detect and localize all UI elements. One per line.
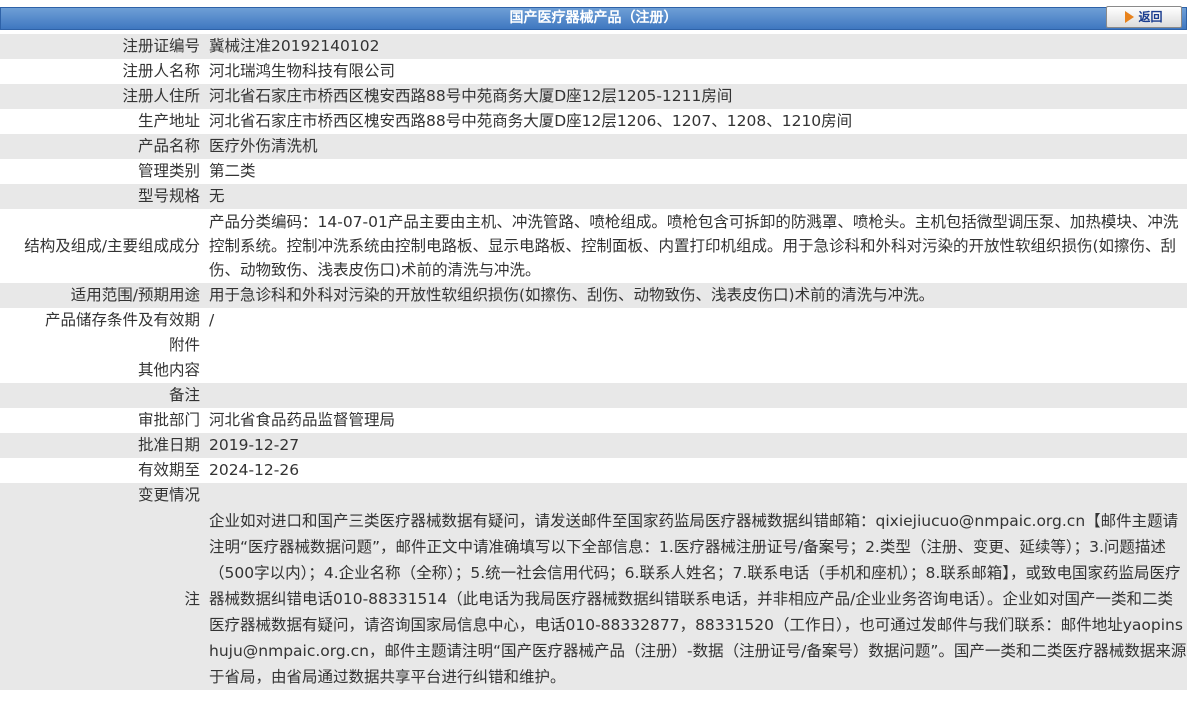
table-row: 注册人名称 河北瑞鸿生物科技有限公司: [0, 59, 1187, 84]
field-value: 2019-12-27: [205, 433, 1187, 458]
field-value: 无: [205, 184, 1187, 209]
table-row: 管理类别 第二类: [0, 159, 1187, 184]
field-value: 河北瑞鸿生物科技有限公司: [205, 59, 1187, 84]
field-value: 产品分类编码：14-07-01产品主要由主机、冲洗管路、喷枪组成。喷枪包含可拆卸…: [205, 209, 1187, 283]
field-value: 第二类: [205, 159, 1187, 184]
field-value: [205, 358, 1187, 383]
table-row: 批准日期 2019-12-27: [0, 433, 1187, 458]
field-value: [205, 333, 1187, 358]
field-label: 附件: [0, 333, 205, 358]
table-row: 生产地址 河北省石家庄市桥西区槐安西路88号中苑商务大厦D座12层1206、12…: [0, 109, 1187, 134]
note-text: 企业如对进口和国产三类医疗器械数据有疑问，请发送邮件至国家药监局医疗器械数据纠错…: [205, 508, 1187, 690]
field-value: 2024-12-26: [205, 458, 1187, 483]
field-value: 河北省石家庄市桥西区槐安西路88号中苑商务大厦D座12层1205-1211房间: [205, 84, 1187, 109]
table-row: 结构及组成/主要组成成分 产品分类编码：14-07-01产品主要由主机、冲洗管路…: [0, 209, 1187, 283]
field-value: 医疗外伤清洗机: [205, 134, 1187, 159]
field-value: [205, 383, 1187, 408]
field-label: 结构及组成/主要组成成分: [0, 209, 205, 283]
field-label: 批准日期: [0, 433, 205, 458]
note-row: 注 企业如对进口和国产三类医疗器械数据有疑问，请发送邮件至国家药监局医疗器械数据…: [0, 508, 1187, 690]
field-value: 河北省石家庄市桥西区槐安西路88号中苑商务大厦D座12层1206、1207、12…: [205, 109, 1187, 134]
field-value: 冀械注准20192140102: [205, 34, 1187, 59]
detail-table: 注册证编号 冀械注准20192140102 注册人名称 河北瑞鸿生物科技有限公司…: [0, 34, 1187, 690]
table-row: 审批部门 河北省食品药品监督管理局: [0, 408, 1187, 433]
table-row: 其他内容: [0, 358, 1187, 383]
field-value: 河北省食品药品监督管理局: [205, 408, 1187, 433]
field-value: /: [205, 308, 1187, 333]
field-label: 有效期至: [0, 458, 205, 483]
table-row: 附件: [0, 333, 1187, 358]
field-label: 备注: [0, 383, 205, 408]
field-label: 产品储存条件及有效期: [0, 308, 205, 333]
table-row: 型号规格 无: [0, 184, 1187, 209]
field-label: 生产地址: [0, 109, 205, 134]
field-label: 变更情况: [0, 483, 205, 508]
table-row: 产品名称 医疗外伤清洗机: [0, 134, 1187, 159]
page-header: 国产医疗器械产品（注册） 返回: [0, 0, 1187, 34]
table-row: 产品储存条件及有效期 /: [0, 308, 1187, 333]
table-row: 有效期至 2024-12-26: [0, 458, 1187, 483]
table-row: 注册证编号 冀械注准20192140102: [0, 34, 1187, 59]
page-title: 国产医疗器械产品（注册）: [0, 7, 1187, 30]
back-button[interactable]: 返回: [1106, 6, 1182, 28]
field-label: 审批部门: [0, 408, 205, 433]
field-label: 注册证编号: [0, 34, 205, 59]
field-label: 注册人名称: [0, 59, 205, 84]
table-row: 变更情况: [0, 483, 1187, 508]
table-row: 备注: [0, 383, 1187, 408]
field-label: 管理类别: [0, 159, 205, 184]
field-label: 型号规格: [0, 184, 205, 209]
back-button-label: 返回: [1138, 10, 1163, 24]
note-label: 注: [0, 508, 205, 690]
field-label: 产品名称: [0, 134, 205, 159]
arrow-right-icon: [1125, 10, 1135, 23]
field-label: 适用范围/预期用途: [0, 283, 205, 308]
field-value: 用于急诊科和外科对污染的开放性软组织损伤(如擦伤、刮伤、动物致伤、浅表皮伤口)术…: [205, 283, 1187, 308]
field-label: 注册人住所: [0, 84, 205, 109]
table-row: 注册人住所 河北省石家庄市桥西区槐安西路88号中苑商务大厦D座12层1205-1…: [0, 84, 1187, 109]
field-label: 其他内容: [0, 358, 205, 383]
field-value: [205, 483, 1187, 508]
table-row: 适用范围/预期用途 用于急诊科和外科对污染的开放性软组织损伤(如擦伤、刮伤、动物…: [0, 283, 1187, 308]
